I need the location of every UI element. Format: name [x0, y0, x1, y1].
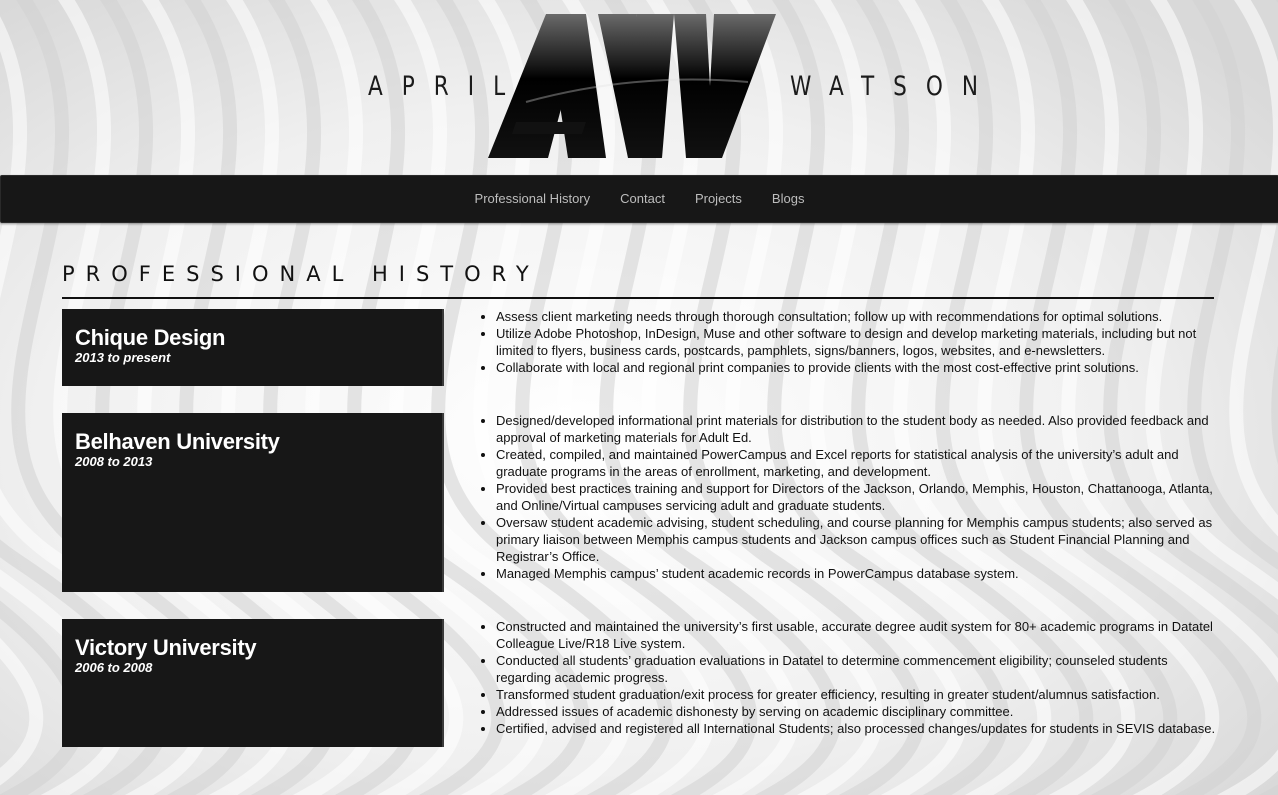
section-title: PROFESSIONAL HISTORY	[62, 262, 540, 286]
job-company: Belhaven University	[75, 429, 280, 454]
nav-blogs[interactable]: Blogs	[757, 176, 820, 222]
job-card-chique-design: Chique Design 2013 to present	[62, 309, 444, 386]
job-dates: 2006 to 2008	[75, 660, 153, 675]
duty-item: Utilize Adobe Photoshop, InDesign, Muse …	[496, 325, 1226, 359]
duty-item: Addressed issues of academic dishonesty …	[496, 703, 1226, 720]
nav-contact[interactable]: Contact	[605, 176, 680, 222]
duty-item: Constructed and maintained the universit…	[496, 618, 1226, 652]
main-nav: Professional History Contact Projects Bl…	[0, 175, 1278, 223]
duty-item: Assess client marketing needs through th…	[496, 308, 1226, 325]
nav-projects[interactable]: Projects	[680, 176, 757, 222]
job-duties-chique-design: Assess client marketing needs through th…	[478, 308, 1226, 376]
duty-item: Transformed student graduation/exit proc…	[496, 686, 1226, 703]
site-header: APRIL WATSON	[0, 0, 1278, 175]
duty-item: Created, compiled, and maintained PowerC…	[496, 446, 1226, 480]
logo-last-name: WATSON	[790, 70, 997, 102]
duty-item: Oversaw student academic advising, stude…	[496, 514, 1226, 565]
job-card-victory-university: Victory University 2006 to 2008	[62, 619, 444, 747]
nav-professional-history[interactable]: Professional History	[460, 176, 606, 222]
job-dates: 2013 to present	[75, 350, 171, 365]
job-company: Chique Design	[75, 325, 226, 350]
duty-item: Provided best practices training and sup…	[496, 480, 1226, 514]
duty-item: Conducted all students’ graduation evalu…	[496, 652, 1226, 686]
duty-item: Managed Memphis campus’ student academic…	[496, 565, 1226, 582]
duty-item: Certified, advised and registered all In…	[496, 720, 1226, 737]
job-card-belhaven-university: Belhaven University 2008 to 2013	[62, 413, 444, 592]
job-dates: 2008 to 2013	[75, 454, 153, 469]
duty-item: Collaborate with local and regional prin…	[496, 359, 1226, 376]
section-divider	[62, 297, 1214, 299]
job-duties-victory-university: Constructed and maintained the universit…	[478, 618, 1226, 737]
job-duties-belhaven-university: Designed/developed informational print m…	[478, 412, 1226, 582]
nav-items: Professional History Contact Projects Bl…	[1, 176, 1278, 222]
page: APRIL WATSON Professional History Contac…	[0, 0, 1278, 795]
aw-monogram-logo[interactable]	[486, 12, 778, 162]
job-company: Victory University	[75, 635, 257, 660]
duty-item: Designed/developed informational print m…	[496, 412, 1226, 446]
